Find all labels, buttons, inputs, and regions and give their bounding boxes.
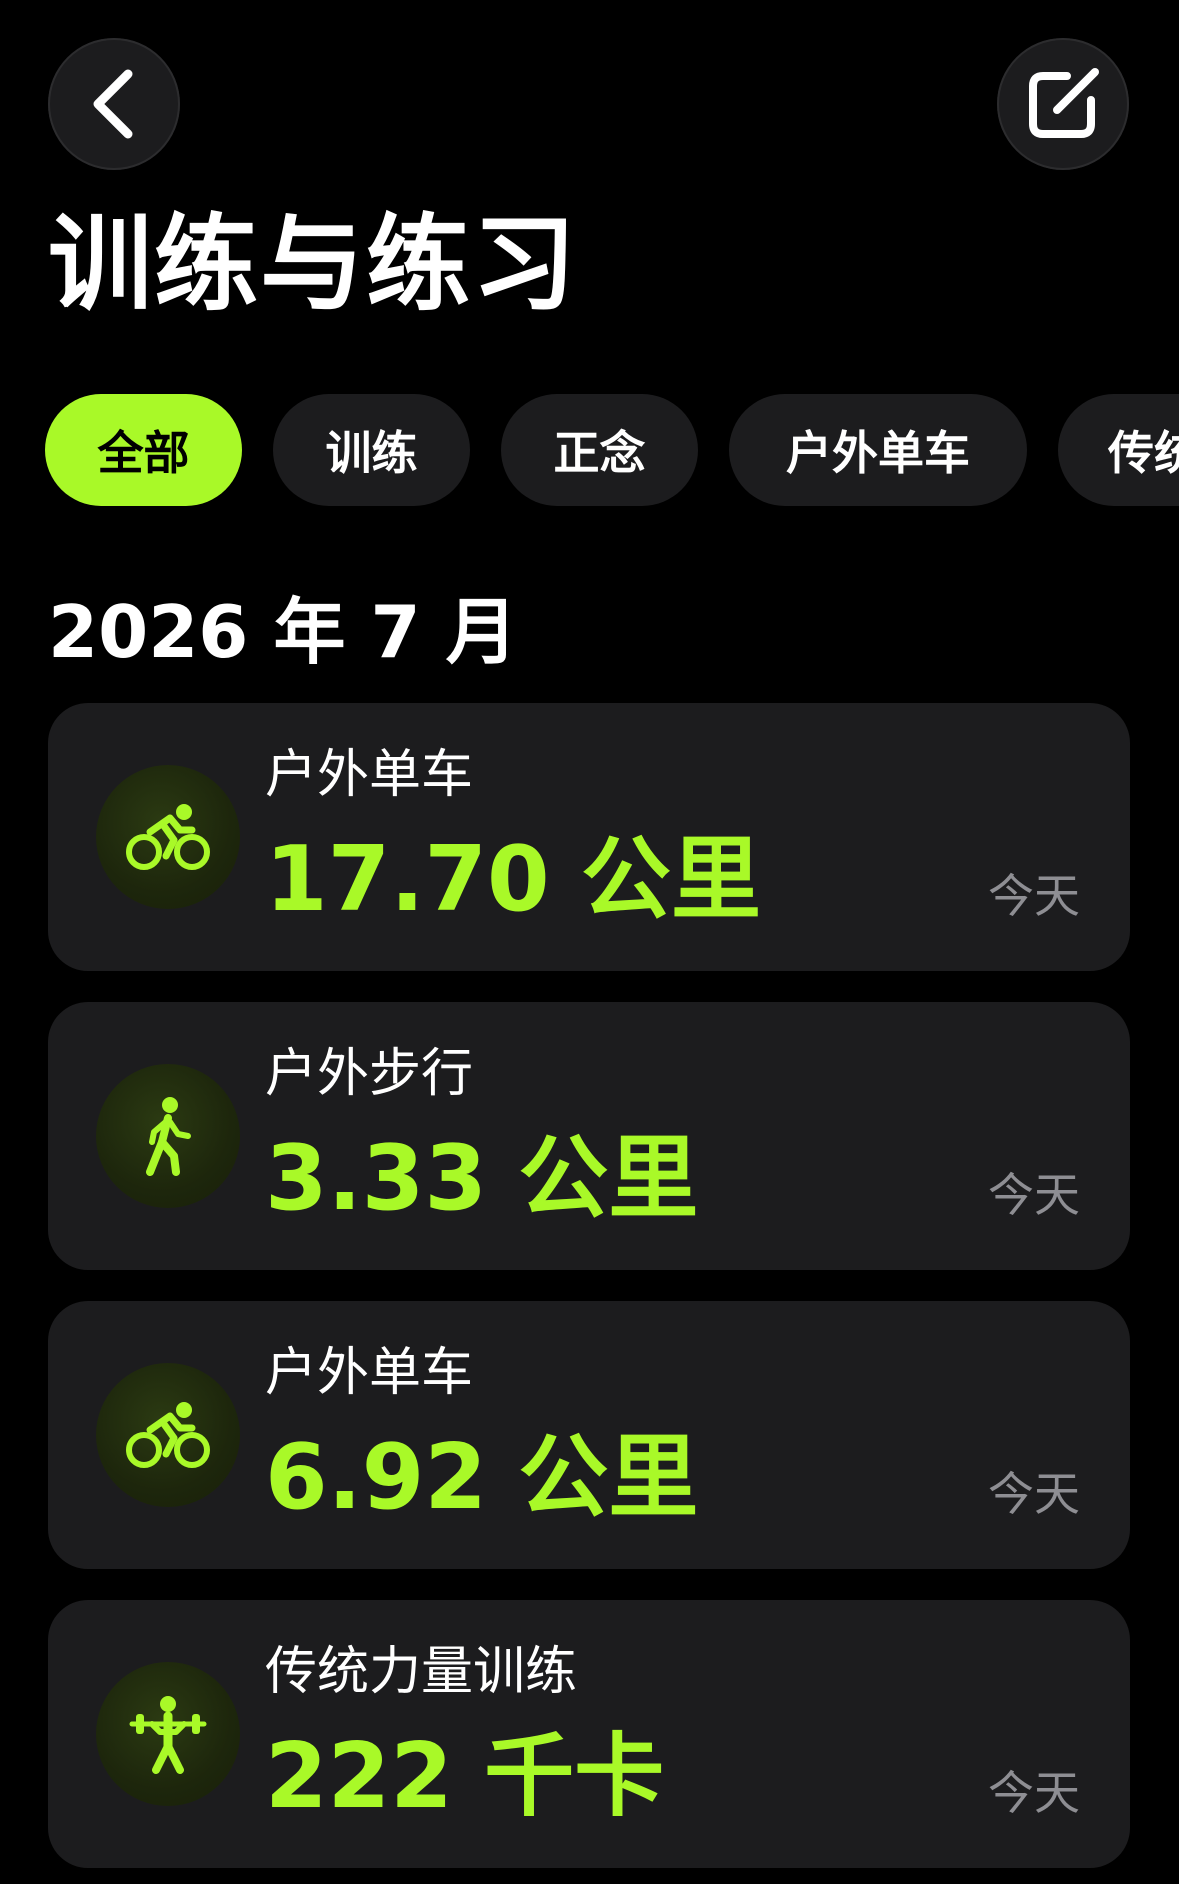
workout-icon-badge — [96, 1662, 240, 1806]
workout-icon-badge — [96, 1064, 240, 1208]
workout-value: 222 千卡 — [265, 1724, 665, 1829]
filter-chips: 全部 训练 正念 户外单车 传统 — [0, 394, 1179, 506]
workout-icon-badge — [96, 765, 240, 909]
filter-chip-training[interactable]: 训练 — [273, 394, 470, 506]
workout-card[interactable]: 户外步行 3.33 公里 今天 — [48, 1002, 1130, 1270]
workout-card[interactable]: 传统力量训练 222 千卡 今天 — [48, 1600, 1130, 1868]
workout-card[interactable]: 户外单车 17.70 公里 今天 — [48, 703, 1130, 971]
workout-date: 今天 — [988, 1168, 1080, 1222]
workout-date: 今天 — [988, 869, 1080, 923]
workout-date: 今天 — [988, 1766, 1080, 1820]
weightlifting-icon — [129, 1696, 207, 1774]
page-title: 训练与练习 — [48, 203, 579, 325]
workout-icon-badge — [96, 1363, 240, 1507]
edit-button[interactable] — [997, 38, 1129, 170]
cycling-icon — [126, 1402, 210, 1468]
filter-chip-traditional[interactable]: 传统 — [1058, 394, 1179, 506]
workout-type: 户外单车 — [265, 745, 474, 805]
chevron-left-icon — [93, 69, 133, 139]
workout-type: 传统力量训练 — [265, 1642, 578, 1702]
cycling-icon — [126, 804, 210, 870]
workout-type: 户外单车 — [265, 1343, 474, 1403]
workout-value: 6.92 公里 — [265, 1425, 699, 1530]
workout-type: 户外步行 — [265, 1044, 474, 1104]
month-heading: 2026 年 7 月 — [48, 590, 518, 674]
edit-icon — [1029, 68, 1099, 138]
filter-chip-outdoor-cycling[interactable]: 户外单车 — [729, 394, 1027, 506]
back-button[interactable] — [48, 38, 180, 170]
workout-card[interactable]: 户外单车 6.92 公里 今天 — [48, 1301, 1130, 1569]
walking-icon — [146, 1097, 191, 1176]
filter-chip-all[interactable]: 全部 — [45, 394, 242, 506]
filter-chip-mindfulness[interactable]: 正念 — [501, 394, 698, 506]
workout-date: 今天 — [988, 1467, 1080, 1521]
workout-value: 3.33 公里 — [265, 1126, 699, 1231]
workout-value: 17.70 公里 — [265, 827, 762, 932]
